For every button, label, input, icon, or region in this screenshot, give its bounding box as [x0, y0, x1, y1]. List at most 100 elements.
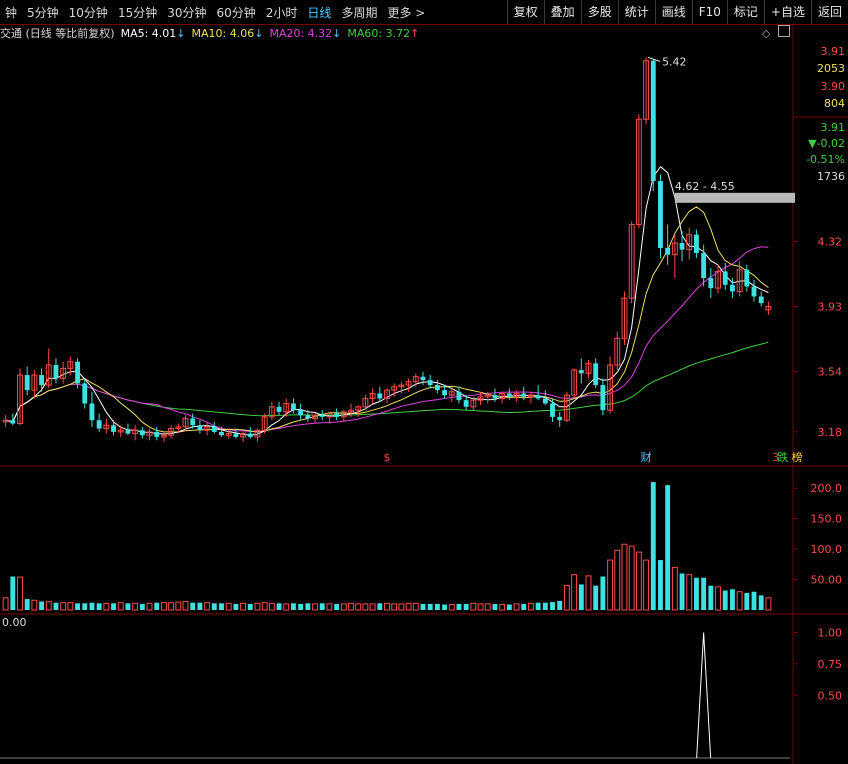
candle-body [276, 406, 282, 412]
candle-body [190, 418, 196, 426]
quote-pct: -0.51% [806, 153, 845, 166]
candle-body [24, 375, 30, 391]
volume-bar [506, 604, 512, 610]
volume-bar [31, 599, 38, 611]
volume-bar [211, 603, 217, 610]
volume-bar [542, 602, 548, 610]
price-axis-label: 3.54 [818, 366, 843, 379]
indicator-axis-label: 0.75 [818, 658, 843, 671]
candle-body [434, 385, 440, 391]
kline-chart[interactable]: 5.424.62 - 4.55$ 财 3跌 榜4.323.933.543.183.91… [0, 0, 848, 764]
volume-bar [103, 602, 110, 611]
volume-bar [578, 584, 584, 610]
candle-body [665, 247, 671, 255]
volume-bar [67, 602, 74, 611]
volume-bar [593, 585, 599, 610]
volume-bar [456, 603, 462, 610]
volume-bar [319, 603, 325, 610]
indicator-value: 0.00 [2, 616, 27, 629]
volume-bar [160, 602, 167, 611]
volume-bar [658, 560, 663, 610]
volume-bar [82, 603, 88, 610]
ma20-line [5, 246, 769, 433]
volume-bar [60, 602, 67, 611]
candle-body [233, 433, 239, 437]
volume-bar [291, 603, 296, 610]
volume-bar [535, 602, 541, 610]
candle-body [751, 286, 757, 297]
volume-bar [484, 603, 491, 611]
volume-bar [355, 603, 362, 611]
volume-bar [427, 603, 433, 610]
price-range-band [674, 192, 795, 203]
volume-bar [168, 602, 175, 611]
candle-body [708, 278, 714, 289]
volume-bar [219, 603, 224, 610]
volume-bar [53, 602, 59, 610]
volume-bar [701, 577, 707, 610]
volume-bar [146, 602, 153, 611]
volume-bar [499, 604, 506, 611]
candle-body [535, 395, 541, 399]
volume-bar [283, 603, 290, 611]
price-axis-label: 3.93 [818, 301, 843, 314]
price-axis-label: 4.32 [818, 235, 843, 248]
candle-body [298, 410, 304, 416]
volume-bar [254, 602, 261, 611]
volume-bar [463, 603, 469, 610]
volume-bar [405, 602, 412, 611]
volume-bar [276, 603, 282, 610]
high-label: 5.42 [662, 55, 687, 68]
event-marker: 财 [641, 450, 652, 464]
volume-bar [513, 603, 520, 611]
volume-bar [240, 602, 247, 611]
volume-bar [557, 600, 563, 610]
volume-bar [563, 585, 570, 611]
volume-bar [758, 595, 764, 610]
price-axis-label: 3.18 [818, 426, 843, 439]
volume-bar [550, 602, 555, 610]
candle-body [600, 385, 606, 411]
quote-price: 3.91 [821, 45, 846, 58]
candle-body [593, 363, 599, 386]
volume-bar [607, 559, 614, 611]
candle-body [442, 390, 448, 396]
candle-body [521, 393, 527, 397]
volume-bar [24, 599, 30, 610]
volume-bar [17, 576, 23, 611]
candle-body [420, 376, 426, 381]
volume-bar [571, 574, 578, 611]
volume-bar [391, 603, 398, 611]
candle-body [139, 430, 145, 436]
quote-change: ▼-0.02 [808, 137, 845, 150]
quote-last: 3.91 [821, 121, 846, 134]
volume-bar [628, 545, 635, 611]
volume-bar [377, 603, 383, 610]
volume-bar [708, 585, 714, 610]
volume-bar [2, 597, 9, 611]
volume-bar [744, 592, 750, 610]
indicator-axis-label: 0.50 [818, 689, 843, 702]
volume-bar [693, 577, 699, 610]
candle-body [722, 271, 728, 285]
volume-bar [125, 603, 131, 610]
volume-bar [751, 591, 757, 610]
volume-bar [247, 603, 253, 610]
candle-body [82, 383, 88, 404]
indicator-axis-label: 1.00 [818, 627, 843, 640]
quote-amount: 1736 [817, 170, 845, 183]
volume-bar [117, 602, 124, 611]
candle-body [550, 403, 555, 417]
volume-bar [182, 600, 189, 611]
event-marker: 榜 [792, 450, 803, 464]
candle-body [578, 370, 584, 374]
quote-vol: 2053 [817, 62, 845, 75]
candle-body [542, 398, 548, 404]
volume-bar [398, 603, 405, 611]
volume-bar [268, 602, 275, 611]
candle-body [679, 242, 685, 250]
candle-body [154, 431, 160, 437]
volume-bar [686, 574, 693, 611]
volume-bar [340, 603, 347, 611]
candle-body [53, 365, 59, 379]
